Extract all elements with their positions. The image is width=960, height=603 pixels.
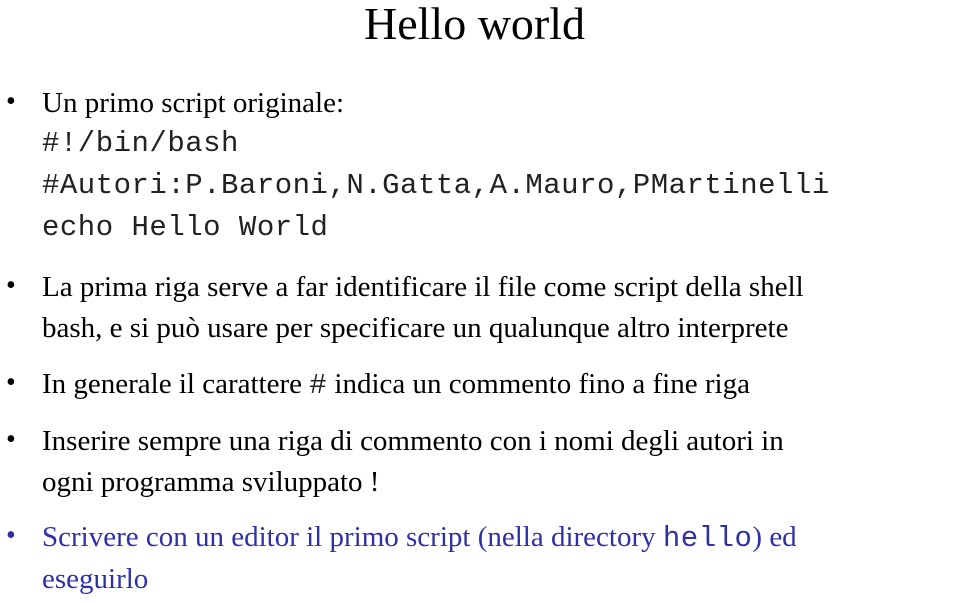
bullet-3-post: indica un commento fino a fine riga xyxy=(327,368,750,400)
bullet-icon: • xyxy=(6,367,16,398)
bullet-icon: • xyxy=(6,520,16,551)
bullet-3-code: # xyxy=(309,369,328,402)
bullet-2-line-1: La prima riga serve a far identificare i… xyxy=(42,271,804,303)
code-line-2: #Autori:P.Baroni,N.Gatta,A.Mauro,PMartin… xyxy=(42,169,830,202)
bullet-icon: • xyxy=(6,424,16,455)
bullet-1-text: Un primo script originale: xyxy=(42,87,345,119)
bullet-5-post: ) ed xyxy=(752,521,797,553)
slide-title: Hello world xyxy=(364,0,586,49)
bullet-icon: • xyxy=(6,270,16,301)
bullet-3-pre: In generale il carattere xyxy=(42,368,310,400)
code-line-1: #!/bin/bash xyxy=(42,127,239,160)
bullet-5-code: hello xyxy=(662,522,753,555)
bullet-4-line-1: Inserire sempre una riga di commento con… xyxy=(42,425,784,457)
bullet-3-text: In generale il carattere # indica un com… xyxy=(42,367,750,403)
bullet-5-line-2: eseguirlo xyxy=(42,563,149,595)
code-line-3: echo Hello World xyxy=(42,211,329,244)
bullet-5-pre: Scrivere con un editor il primo script (… xyxy=(42,521,663,553)
bullet-icon: • xyxy=(6,86,16,117)
bullet-4-line-2: ogni programma sviluppato ! xyxy=(42,466,380,498)
bullet-5-line-1: Scrivere con un editor il primo script (… xyxy=(42,520,797,556)
bullet-2-line-2: bash, e si può usare per specificare un … xyxy=(42,312,789,344)
